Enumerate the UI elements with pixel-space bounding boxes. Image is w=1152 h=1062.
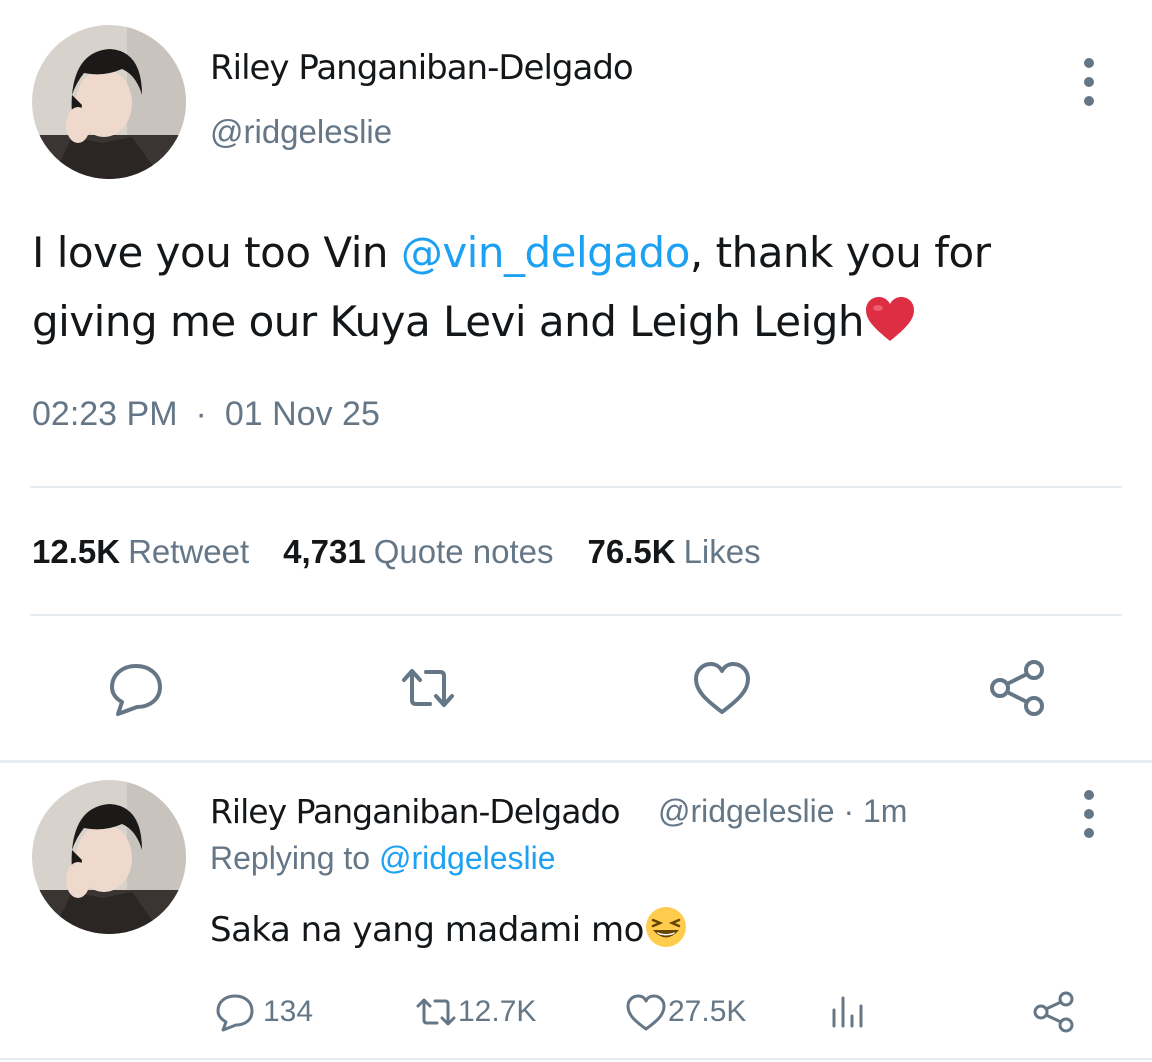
analytics-icon <box>832 996 863 1028</box>
replying-to-handle[interactable]: @ridgeleslie <box>379 840 556 876</box>
reply-time: · 1m <box>843 793 908 829</box>
reply-author-handle: @ridgeleslie · 1m <box>658 793 907 830</box>
author-handle[interactable]: @ridgeleslie <box>210 113 392 151</box>
retweet-count: 12.5K <box>32 533 121 570</box>
tweet-text: I love you too Vin @vin_delgado, thank y… <box>32 218 1122 356</box>
tweet-text-part: I love you too Vin <box>32 228 401 277</box>
reply-author-name[interactable]: Riley Panganiban-Delgado <box>210 792 621 831</box>
like-icon[interactable] <box>690 656 754 720</box>
more-options-icon[interactable] <box>1083 58 1095 106</box>
avatar-photo <box>32 780 186 934</box>
reply-like-button[interactable]: 27.5K <box>624 988 746 1036</box>
divider <box>0 760 1152 763</box>
quote-label: Quote notes <box>373 533 554 570</box>
separator-dot: · <box>195 395 207 433</box>
tweet-timestamp[interactable]: 02:23 PM · 01 Nov 25 <box>32 395 380 434</box>
laughing-face-icon <box>645 907 686 947</box>
reply-text: Saka na yang madami mo <box>210 905 688 950</box>
reply-author-avatar[interactable] <box>32 780 186 934</box>
mention-link[interactable]: @vin_delgado <box>401 228 691 277</box>
reply-retweet-button[interactable]: 12.7K <box>414 988 536 1036</box>
reply-icon <box>216 994 254 1032</box>
reply-count: 134 <box>263 995 314 1028</box>
quote-stat[interactable]: 4,731 Quote notes <box>283 533 553 571</box>
author-avatar[interactable] <box>32 25 186 179</box>
avatar-photo <box>32 25 186 179</box>
likes-stat[interactable]: 76.5K Likes <box>588 533 761 571</box>
reply-share-button[interactable] <box>1032 988 1076 1036</box>
replying-to-label: Replying to <box>210 840 371 876</box>
tweet-date: 01 Nov 25 <box>224 395 380 433</box>
tweet-time: 02:23 PM <box>32 395 178 433</box>
red-heart-icon <box>866 297 915 341</box>
divider <box>30 614 1122 616</box>
reply-icon[interactable] <box>104 656 168 720</box>
retweet-stat[interactable]: 12.5K Retweet <box>32 533 249 571</box>
reply-handle[interactable]: @ridgeleslie <box>658 793 835 829</box>
replying-to: Replying to @ridgeleslie <box>210 840 556 877</box>
retweet-icon[interactable] <box>396 656 460 720</box>
like-icon <box>626 994 666 1031</box>
divider <box>30 486 1122 488</box>
divider <box>0 1058 1152 1060</box>
share-icon[interactable] <box>986 656 1050 720</box>
share-icon <box>1033 991 1074 1033</box>
like-count: 27.5K <box>668 995 747 1028</box>
likes-label: Likes <box>683 533 761 570</box>
reply-more-options-icon[interactable] <box>1083 790 1095 838</box>
tweet-stats: 12.5K Retweet 4,731 Quote notes 76.5K Likes <box>32 533 761 571</box>
retweet-icon <box>416 998 456 1026</box>
reply-analytics-button[interactable] <box>826 988 870 1036</box>
reply-text-body: Saka na yang madami mo <box>210 910 644 950</box>
quote-count: 4,731 <box>283 533 366 570</box>
likes-count: 76.5K <box>587 533 676 570</box>
reply-comment-button[interactable]: 134 <box>213 988 313 1036</box>
retweet-count: 12.7K <box>458 995 537 1028</box>
author-name[interactable]: Riley Panganiban-Delgado <box>210 48 634 88</box>
retweet-label: Retweet <box>128 533 250 570</box>
